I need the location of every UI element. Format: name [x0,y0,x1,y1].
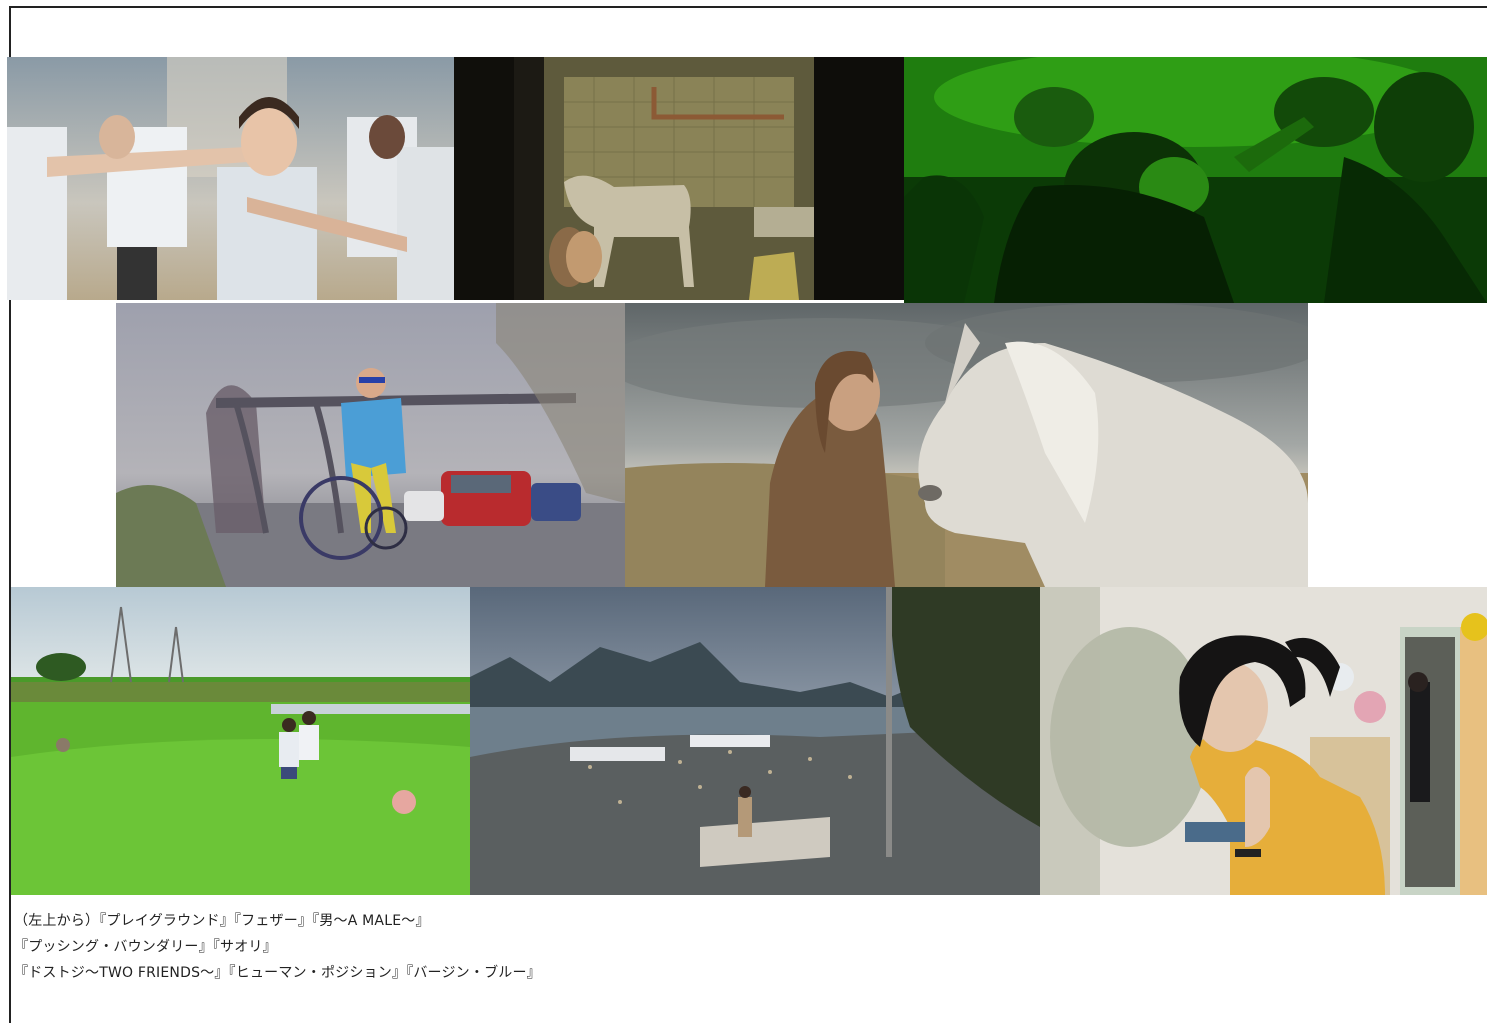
caption-line-2: 『プッシング・バウンダリー』『サオリ』 [14,939,277,955]
photo-virgin-blue [1040,587,1487,895]
photo-playground [7,57,454,300]
photo-a-male [904,57,1487,303]
photo-two-friends [11,587,470,895]
photo-caption: （左上から）『プレイグラウンド』『フェザー』『男〜A MALE〜』 『プッシング… [14,908,914,986]
photo-human-position [470,587,1040,895]
photo-feather [454,57,904,300]
caption-line-3: 『ドストジ〜TWO FRIENDS〜』『ヒューマン・ポジション』『バージン・ブル… [14,965,541,981]
caption-line-1: （左上から）『プレイグラウンド』『フェザー』『男〜A MALE〜』 [14,913,430,929]
photo-pushing-boundaries [116,303,625,587]
photo-saori [625,303,1308,587]
